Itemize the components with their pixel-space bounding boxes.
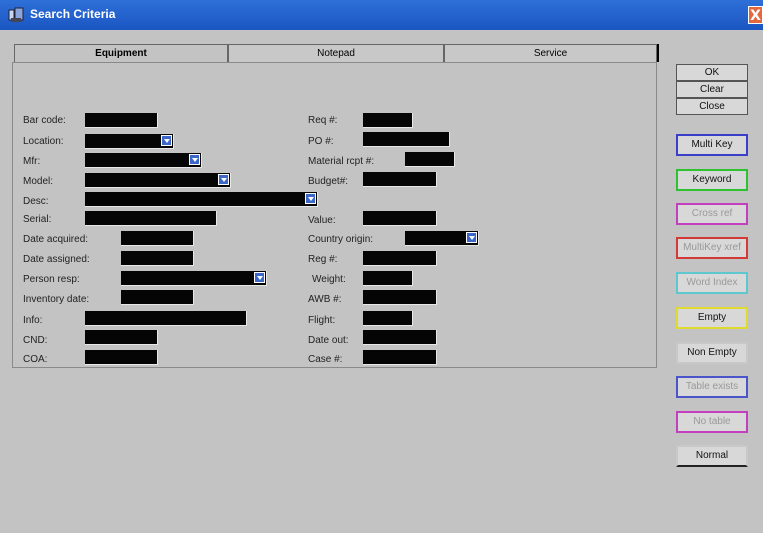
serial-field[interactable] — [85, 211, 217, 226]
close-icon[interactable]: X — [748, 6, 763, 24]
label-case: Case #: — [308, 354, 343, 365]
label-coa: COA: — [23, 354, 48, 365]
chevron-down-icon[interactable] — [466, 232, 477, 243]
country-origin-select[interactable] — [405, 231, 479, 246]
multikey-xref-button[interactable]: MultiKey xref — [676, 237, 748, 259]
no-table-button[interactable]: No table — [676, 411, 748, 433]
mfr-select[interactable] — [85, 153, 202, 168]
ok-button[interactable]: OK — [676, 64, 748, 81]
close-button[interactable]: Close — [676, 98, 748, 115]
title-bar: Search Criteria X — [0, 0, 763, 30]
label-country-origin: Country origin: — [308, 234, 374, 245]
label-bar-code: Bar code: — [23, 115, 66, 126]
label-person-resp: Person resp: — [23, 274, 80, 285]
clear-button[interactable]: Clear — [676, 81, 748, 98]
chevron-down-icon[interactable] — [189, 154, 200, 165]
label-value: Value: — [308, 215, 336, 226]
date-out-field[interactable] — [363, 330, 437, 345]
req-field[interactable] — [363, 113, 413, 128]
label-req: Req #: — [308, 115, 338, 126]
label-date-acquired: Date acquired: — [23, 234, 89, 245]
normal-button[interactable]: Normal — [676, 445, 748, 467]
label-reg: Reg #: — [308, 254, 338, 265]
app-icon — [8, 7, 24, 22]
label-weight: Weight: — [312, 274, 346, 285]
case-field[interactable] — [363, 350, 437, 365]
model-select[interactable] — [85, 173, 231, 188]
label-date-out: Date out: — [308, 335, 349, 346]
chevron-down-icon[interactable] — [254, 272, 265, 283]
word-index-button[interactable]: Word Index — [676, 272, 748, 294]
empty-button[interactable]: Empty — [676, 307, 748, 329]
info-field[interactable] — [85, 311, 247, 326]
label-date-assigned: Date assigned: — [23, 254, 90, 265]
reg-field[interactable] — [363, 251, 437, 266]
tab-service[interactable]: Service — [444, 44, 657, 62]
weight-field[interactable] — [363, 271, 413, 286]
desc-select[interactable] — [85, 192, 318, 207]
label-inventory-date: Inventory date: — [23, 294, 90, 305]
person-resp-select[interactable] — [121, 271, 267, 286]
cnd-field[interactable] — [85, 330, 158, 345]
label-budget: Budget#: — [308, 176, 349, 187]
label-material-rcpt: Material rcpt #: — [308, 156, 375, 167]
non-empty-button[interactable]: Non Empty — [676, 342, 748, 364]
date-acquired-field[interactable] — [121, 231, 194, 246]
value-field[interactable] — [363, 211, 437, 226]
chevron-down-icon[interactable] — [161, 135, 172, 146]
keyword-button[interactable]: Keyword — [676, 169, 748, 191]
bar-code-field[interactable] — [85, 113, 158, 128]
tab-notepad[interactable]: Notepad — [228, 44, 444, 62]
inventory-date-field[interactable] — [121, 290, 194, 305]
label-cnd: CND: — [23, 335, 48, 346]
label-po: PO #: — [308, 136, 334, 147]
flight-field[interactable] — [363, 311, 413, 326]
window-title: Search Criteria — [30, 7, 116, 21]
label-desc: Desc: — [23, 196, 49, 207]
label-info: Info: — [23, 315, 43, 326]
label-model: Model: — [23, 176, 54, 187]
tab-strip-end — [657, 44, 659, 62]
tab-equipment[interactable]: Equipment — [14, 44, 228, 62]
coa-field[interactable] — [85, 350, 158, 365]
multi-key-button[interactable]: Multi Key — [676, 134, 748, 156]
budget-field[interactable] — [363, 172, 437, 187]
chevron-down-icon[interactable] — [218, 174, 229, 185]
chevron-down-icon[interactable] — [305, 193, 316, 204]
label-location: Location: — [23, 136, 64, 147]
label-mfr: Mfr: — [23, 156, 41, 167]
cross-ref-button[interactable]: Cross ref — [676, 203, 748, 225]
date-assigned-field[interactable] — [121, 251, 194, 266]
label-serial: Serial: — [23, 214, 52, 225]
label-flight: Flight: — [308, 315, 336, 326]
awb-field[interactable] — [363, 290, 437, 305]
location-select[interactable] — [85, 134, 174, 149]
po-field[interactable] — [363, 132, 450, 147]
material-rcpt-field[interactable] — [405, 152, 455, 167]
label-awb: AWB #: — [308, 294, 342, 305]
table-exists-button[interactable]: Table exists — [676, 376, 748, 398]
